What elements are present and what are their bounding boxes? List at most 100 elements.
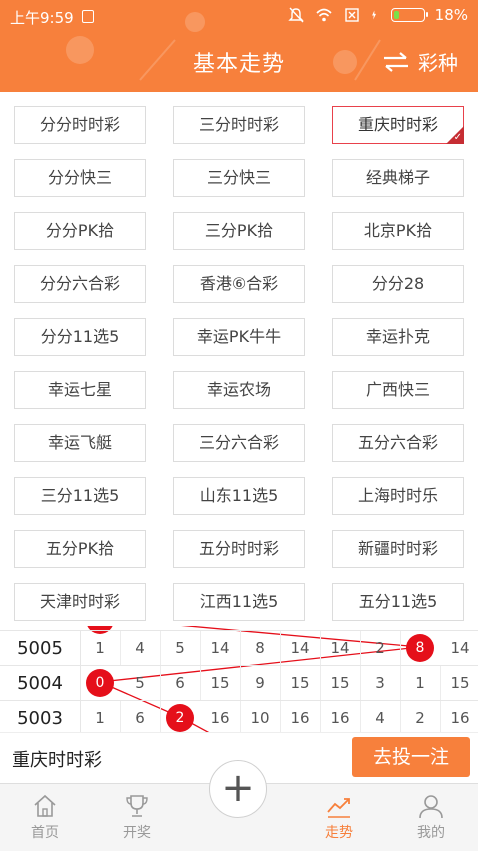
tab-draw-results[interactable]: 开奖 <box>92 784 182 851</box>
trend-row: 5005 1 4 5 14 8 14 14 2 8 14 <box>0 630 478 666</box>
switch-game-button[interactable]: 彩种 <box>382 47 458 76</box>
trend-cell: 14 <box>200 631 241 666</box>
tab-trend[interactable]: 走势 <box>294 784 384 851</box>
wifi-icon <box>316 8 332 22</box>
trend-cell: 4 <box>120 631 161 666</box>
game-option[interactable]: 北京PK拾 <box>332 212 464 250</box>
game-option-label: 山东11选5 <box>199 486 279 505</box>
battery-icon <box>390 8 428 22</box>
plus-icon: + <box>221 765 255 811</box>
user-icon <box>419 795 443 819</box>
game-option[interactable]: 三分六合彩 <box>173 424 305 462</box>
game-option[interactable]: 五分六合彩 <box>332 424 464 462</box>
trend-cell: 4 <box>360 701 401 732</box>
battery-level <box>393 11 399 19</box>
status-time: 上午9:59 <box>10 9 74 27</box>
tab-mine[interactable]: 我的 <box>386 784 476 851</box>
trend-cell: 15 <box>320 666 361 701</box>
game-option[interactable]: 广西快三 <box>332 371 464 409</box>
game-option[interactable]: 分分28 <box>332 265 464 303</box>
game-option[interactable]: 新疆时时彩 <box>332 530 464 568</box>
game-option[interactable]: 三分PK拾 <box>173 212 305 250</box>
game-option[interactable]: 三分快三 <box>173 159 305 197</box>
trend-cell: 16 <box>280 701 321 732</box>
winning-ball: 0 <box>86 669 114 697</box>
game-option-label: 江西11选5 <box>199 592 279 611</box>
game-option-label: 三分快三 <box>206 168 271 187</box>
trend-cell: 9 <box>240 666 281 701</box>
game-option[interactable]: 重庆时时彩 ✓ <box>332 106 464 144</box>
game-option[interactable]: 幸运飞艇 <box>14 424 146 462</box>
game-option-label: 广西快三 <box>365 380 430 399</box>
trend-cell: 2 <box>360 631 401 666</box>
game-option[interactable]: 幸运PK牛牛 <box>173 318 305 356</box>
game-option[interactable]: 分分11选5 <box>14 318 146 356</box>
game-option[interactable]: 三分11选5 <box>14 477 146 515</box>
game-option[interactable]: 分分快三 <box>14 159 146 197</box>
trend-cell: 14 <box>320 631 361 666</box>
game-option[interactable]: 天津时时彩 <box>14 583 146 621</box>
game-option[interactable]: 五分时时彩 <box>173 530 305 568</box>
game-option-label: 五分PK拾 <box>45 539 115 558</box>
trend-cell: 16 <box>200 701 241 732</box>
issue-number: 5003 <box>0 701 81 732</box>
trend-cell: 6 <box>120 701 161 732</box>
game-option[interactable]: 上海时时乐 <box>332 477 464 515</box>
add-button[interactable]: + <box>209 760 267 818</box>
tab-mine-label: 我的 <box>417 825 445 841</box>
top-bar: 上午9:59 18% 基本走势 彩种 <box>0 0 478 92</box>
trend-row: 5004 0 5 6 15 9 15 15 3 1 15 <box>0 665 478 701</box>
trend-cell: 15 <box>280 666 321 701</box>
game-option[interactable]: 分分PK拾 <box>14 212 146 250</box>
game-option-label: 分分PK拾 <box>45 221 115 240</box>
trend-cell: 1 <box>80 701 121 732</box>
switch-game-label: 彩种 <box>418 51 458 75</box>
game-option[interactable]: 幸运扑克 <box>332 318 464 356</box>
trend-cell: 3 <box>360 666 401 701</box>
tab-home[interactable]: 首页 <box>0 784 90 851</box>
no-sim-icon <box>344 8 359 22</box>
game-option[interactable]: 江西11选5 <box>173 583 305 621</box>
trophy-icon <box>126 795 148 817</box>
trend-icon <box>327 798 350 818</box>
trend-cell: 5 <box>160 631 201 666</box>
game-option[interactable]: 三分时时彩 <box>173 106 305 144</box>
tab-draw-label: 开奖 <box>123 825 151 841</box>
game-option-label: 分分时时彩 <box>39 115 120 134</box>
winning-ball: 8 <box>406 634 434 662</box>
trend-cell: 6 <box>160 666 201 701</box>
game-option-label: 天津时时彩 <box>39 592 120 611</box>
game-option-label: 分分11选5 <box>40 327 120 346</box>
issue-number: 5004 <box>0 666 81 701</box>
trend-table: 5005 1 4 5 14 8 14 14 2 8 14 5004 0 5 6 15 9 15 15 3 1 15 5003… <box>0 626 478 732</box>
checkmark-icon: ✓ <box>453 132 462 143</box>
trend-cell: 15 <box>440 666 478 701</box>
game-option[interactable]: 香港⑥合彩 <box>173 265 305 303</box>
game-option-label: 幸运飞艇 <box>47 433 112 452</box>
trend-cell: 15 <box>200 666 241 701</box>
game-option[interactable]: 分分时时彩 <box>14 106 146 144</box>
game-option-label: 分分六合彩 <box>39 274 120 293</box>
place-bet-button[interactable]: 去投一注 <box>352 737 470 777</box>
game-option[interactable]: 分分六合彩 <box>14 265 146 303</box>
game-option[interactable]: 五分11选5 <box>332 583 464 621</box>
game-option[interactable]: 幸运农场 <box>173 371 305 409</box>
game-option-label: 新疆时时彩 <box>357 539 438 558</box>
tab-home-label: 首页 <box>31 825 59 841</box>
game-option-label: 五分11选5 <box>358 592 438 611</box>
game-option[interactable]: 幸运七星 <box>14 371 146 409</box>
game-option-label: 五分时时彩 <box>198 539 279 558</box>
game-option-label: 分分28 <box>371 274 425 293</box>
game-option[interactable]: 经典梯子 <box>332 159 464 197</box>
trend-cell: 5 <box>120 666 161 701</box>
game-option[interactable]: 山东11选5 <box>173 477 305 515</box>
trend-cell: 16 <box>440 701 478 732</box>
trend-cell: 16 <box>320 701 361 732</box>
trend-cell: 14 <box>440 631 478 666</box>
tab-trend-label: 走势 <box>325 825 353 841</box>
home-icon <box>34 794 56 817</box>
game-option[interactable]: 五分PK拾 <box>14 530 146 568</box>
game-option-label: 幸运七星 <box>47 380 112 399</box>
game-option-label: 经典梯子 <box>365 168 430 187</box>
game-option-label: 上海时时乐 <box>357 486 438 505</box>
